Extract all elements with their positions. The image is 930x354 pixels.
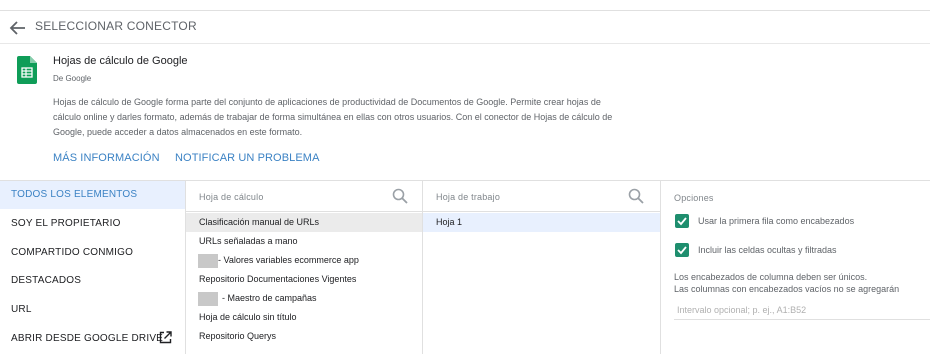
- report-problem-link[interactable]: NOTIFICAR UN PROBLEMA: [175, 152, 320, 164]
- google-sheets-icon: [17, 56, 37, 84]
- redacted-block: [198, 254, 218, 268]
- connector-name: Hojas de cálculo de Google: [53, 55, 188, 67]
- spreadsheet-item[interactable]: - Valores variables ecommerce app: [186, 251, 423, 270]
- sidebar-item-open-drive[interactable]: ABRIR DESDE GOOGLE DRIVE: [0, 325, 185, 353]
- spreadsheet-search-placeholder: Hoja de cálculo: [199, 192, 264, 202]
- worksheet-column: Hoja de trabajo Hoja 1: [422, 181, 660, 354]
- page-title: SELECCIONAR CONECTOR: [35, 19, 197, 33]
- spreadsheet-item-label: Clasificación manual de URLs: [199, 217, 320, 227]
- worksheet-search[interactable]: Hoja de trabajo: [423, 181, 660, 212]
- search-icon[interactable]: [628, 188, 644, 204]
- include-hidden-label: Incluir las celdas ocultas y filtradas: [698, 245, 837, 255]
- sidebar-item-label: URL: [11, 304, 32, 315]
- sidebar-item-label: ABRIR DESDE GOOGLE DRIVE: [11, 333, 164, 344]
- options-note-line: Los encabezados de columna deben ser úni…: [674, 272, 868, 282]
- worksheet-search-placeholder: Hoja de trabajo: [436, 192, 501, 202]
- spreadsheet-item[interactable]: - Maestro de campañas: [186, 289, 423, 308]
- spreadsheet-item[interactable]: Repositorio Documentaciones Vigentes: [186, 270, 423, 289]
- range-input[interactable]: [674, 301, 930, 320]
- sidebar: TODOS LOS ELEMENTOS SOY EL PROPIETARIO C…: [0, 181, 185, 354]
- sidebar-item-shared[interactable]: COMPARTIDO CONMIGO: [0, 239, 185, 267]
- options-note: Los encabezados de columna deben ser úni…: [674, 271, 899, 295]
- options-title: Opciones: [674, 193, 714, 203]
- worksheet-item-label: Hoja 1: [436, 217, 463, 227]
- search-icon[interactable]: [392, 188, 408, 204]
- worksheet-item[interactable]: Hoja 1: [423, 213, 660, 232]
- check-icon: [677, 217, 687, 226]
- spreadsheet-item-label: - Valores variables ecommerce app: [218, 255, 359, 265]
- spreadsheet-item[interactable]: Repositorio Querys: [186, 327, 423, 346]
- include-hidden-checkbox[interactable]: [675, 243, 689, 257]
- open-external-icon: [159, 331, 172, 344]
- sidebar-item-label: COMPARTIDO CONMIGO: [11, 247, 134, 258]
- use-first-row-checkbox[interactable]: [675, 214, 689, 228]
- connector-description: Hojas de cálculo de Google forma parte d…: [53, 97, 613, 137]
- use-first-row-label: Usar la primera fila como encabezados: [698, 216, 855, 226]
- sidebar-item-label: DESTACADOS: [11, 275, 82, 286]
- arrow-left-icon[interactable]: [9, 19, 27, 37]
- spreadsheet-column: Hoja de cálculo Clasificación manual de …: [185, 181, 423, 354]
- spreadsheet-item-label: Repositorio Querys: [199, 331, 277, 341]
- sidebar-item-label: TODOS LOS ELEMENTOS: [11, 189, 138, 200]
- options-panel: Opciones Usar la primera fila como encab…: [660, 181, 930, 354]
- spreadsheet-item[interactable]: Clasificación manual de URLs: [186, 213, 423, 232]
- spreadsheet-item-label: URLs señaladas a mano: [199, 236, 298, 246]
- spreadsheet-item-label: - Maestro de campañas: [222, 293, 317, 303]
- sidebar-item-starred[interactable]: DESTACADOS: [0, 267, 185, 295]
- sidebar-item-owned[interactable]: SOY EL PROPIETARIO: [0, 210, 185, 238]
- options-note-line: Las columnas con encabezados vacíos no s…: [674, 284, 900, 294]
- connector-author: De Google: [53, 74, 92, 83]
- redacted-block: [198, 292, 218, 306]
- spreadsheet-item[interactable]: Hoja de cálculo sin título: [186, 308, 423, 327]
- more-info-link[interactable]: MÁS INFORMACIÓN: [53, 152, 160, 164]
- check-icon: [677, 246, 687, 255]
- sidebar-item-label: SOY EL PROPIETARIO: [11, 218, 121, 229]
- top-bar: [0, 0, 930, 11]
- header: SELECCIONAR CONECTOR: [0, 11, 930, 44]
- sidebar-item-url[interactable]: URL: [0, 296, 185, 324]
- sidebar-item-all[interactable]: TODOS LOS ELEMENTOS: [0, 181, 185, 209]
- spreadsheet-item[interactable]: URLs señaladas a mano: [186, 232, 423, 251]
- spreadsheet-item-label: Hoja de cálculo sin título: [199, 312, 297, 322]
- spreadsheet-item-label: Repositorio Documentaciones Vigentes: [199, 274, 357, 284]
- spreadsheet-search[interactable]: Hoja de cálculo: [186, 181, 423, 212]
